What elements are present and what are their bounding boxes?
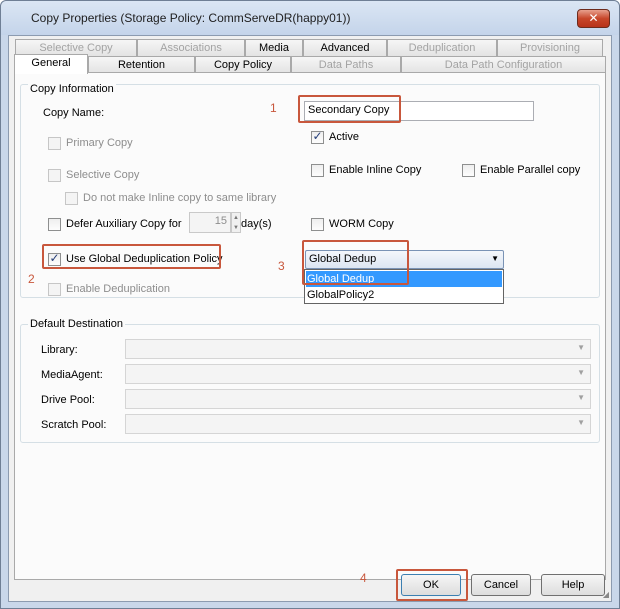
scratch-pool-label: Scratch Pool:: [41, 419, 107, 431]
selective-copy-label: Selective Copy: [66, 169, 140, 181]
defer-days-input[interactable]: 15: [189, 212, 231, 233]
annotation-4: 4: [360, 571, 367, 585]
copy-name-label: Copy Name:: [43, 107, 105, 119]
ok-button[interactable]: OK: [401, 574, 461, 596]
annotation-3: 3: [278, 259, 285, 273]
defer-auxiliary-copy-label: Defer Auxiliary Copy for: [66, 218, 182, 230]
resize-grip-icon[interactable]: ◢: [603, 590, 609, 599]
enable-inline-copy-label: Enable Inline Copy: [329, 164, 422, 176]
library-select[interactable]: ▼: [125, 339, 591, 359]
tab-associations[interactable]: Associations: [137, 39, 245, 56]
general-tab-panel: Copy Information Copy Name: Secondary Co…: [14, 72, 606, 580]
drive-pool-select[interactable]: ▼: [125, 389, 591, 409]
tab-general[interactable]: General: [14, 54, 88, 74]
window-title: Copy Properties (Storage Policy: CommSer…: [31, 11, 351, 25]
tab-data-path-configuration[interactable]: Data Path Configuration: [401, 56, 606, 73]
selective-copy-checkbox[interactable]: [48, 169, 61, 182]
stepper-down-icon[interactable]: ▼: [232, 223, 240, 233]
library-label: Library:: [41, 344, 78, 356]
chevron-down-icon: ▼: [577, 418, 585, 427]
primary-copy-checkbox[interactable]: [48, 137, 61, 150]
close-button[interactable]: ✕: [577, 9, 610, 28]
chevron-down-icon[interactable]: ▼: [491, 251, 499, 267]
cancel-button[interactable]: Cancel: [471, 574, 531, 596]
copy-information-label: Copy Information: [28, 83, 116, 95]
tab-media[interactable]: Media: [245, 39, 303, 56]
defer-days-stepper[interactable]: ▲ ▼: [231, 212, 241, 233]
chevron-down-icon: ▼: [577, 393, 585, 402]
default-destination-label: Default Destination: [28, 318, 125, 330]
active-checkbox[interactable]: ✓: [311, 129, 324, 144]
annotation-box-copy-name: [298, 95, 401, 123]
worm-copy-checkbox[interactable]: [311, 218, 324, 231]
dialog-body: Selective Copy Associations Media Advanc…: [8, 35, 612, 602]
tab-deduplication[interactable]: Deduplication: [387, 39, 497, 56]
no-inline-copy-label: Do not make Inline copy to same library: [83, 192, 277, 204]
tab-retention[interactable]: Retention: [88, 56, 195, 73]
chevron-down-icon: ▼: [577, 343, 585, 352]
help-button[interactable]: Help: [541, 574, 605, 596]
drive-pool-label: Drive Pool:: [41, 394, 95, 406]
stepper-up-icon[interactable]: ▲: [232, 213, 240, 223]
enable-inline-copy-checkbox[interactable]: [311, 164, 324, 177]
enable-parallel-copy-checkbox[interactable]: [462, 164, 475, 177]
defer-auxiliary-copy-checkbox[interactable]: [48, 218, 61, 231]
primary-copy-label: Primary Copy: [66, 137, 133, 149]
copy-properties-window: Copy Properties (Storage Policy: CommSer…: [0, 0, 620, 609]
no-inline-copy-checkbox[interactable]: [65, 192, 78, 205]
annotation-box-global-dedup: [42, 244, 221, 269]
scratch-pool-select[interactable]: ▼: [125, 414, 591, 434]
check-mark-icon: ✓: [312, 129, 323, 143]
enable-deduplication-label: Enable Deduplication: [66, 283, 170, 295]
media-agent-select[interactable]: ▼: [125, 364, 591, 384]
tab-data-paths[interactable]: Data Paths: [291, 56, 401, 73]
tab-advanced[interactable]: Advanced: [303, 39, 387, 56]
title-bar[interactable]: Copy Properties (Storage Policy: CommSer…: [1, 1, 619, 35]
dedup-policy-option[interactable]: GlobalPolicy2: [306, 287, 502, 303]
worm-copy-label: WORM Copy: [329, 218, 394, 230]
chevron-down-icon: ▼: [577, 368, 585, 377]
annotation-2: 2: [28, 272, 35, 286]
enable-parallel-copy-label: Enable Parallel copy: [480, 164, 581, 176]
annotation-1: 1: [270, 101, 277, 115]
annotation-box-dedup-policy: [302, 240, 409, 285]
active-label: Active: [329, 131, 359, 143]
media-agent-label: MediaAgent:: [41, 369, 103, 381]
defer-days-unit: day(s): [241, 218, 272, 230]
tab-provisioning[interactable]: Provisioning: [497, 39, 603, 56]
tab-copy-policy[interactable]: Copy Policy: [195, 56, 291, 73]
enable-deduplication-checkbox[interactable]: [48, 283, 61, 296]
